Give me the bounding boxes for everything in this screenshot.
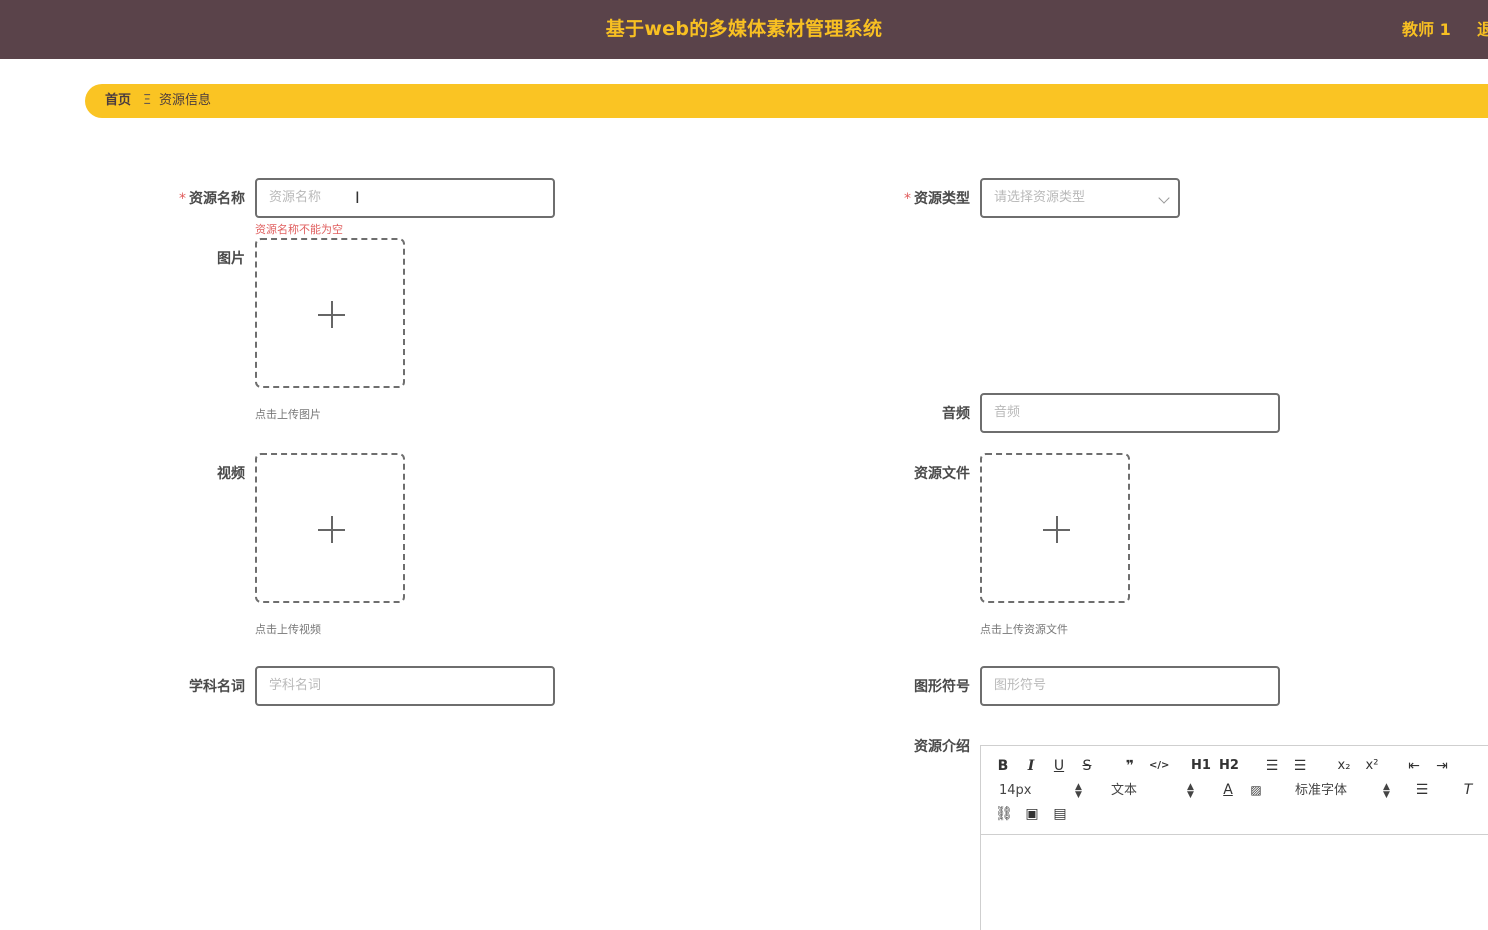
sort-arrows-icon: ▼ — [1187, 790, 1194, 800]
strike-icon[interactable]: S — [1079, 756, 1095, 776]
video-upload[interactable] — [255, 453, 405, 603]
type-select[interactable]: 请选择资源类型 — [980, 178, 1180, 218]
superscript-icon[interactable]: x² — [1363, 756, 1381, 776]
type-label: * 资源类型 — [904, 191, 970, 207]
breadcrumb-separator-icon: Ξ — [143, 93, 152, 108]
video-icon[interactable]: ▤ — [1051, 804, 1069, 824]
app-title: 基于web的多媒体素材管理系统 — [605, 18, 883, 40]
name-input[interactable]: 资源名称 I — [255, 178, 555, 218]
clear-format-icon[interactable]: T — [1459, 780, 1477, 800]
symbol-placeholder: 图形符号 — [994, 678, 1047, 693]
bold-icon[interactable]: B — [995, 756, 1011, 776]
video-upload-tip: 点击上传视频 — [255, 623, 321, 636]
font-family-select[interactable]: 标准字体 ▲ ▼ — [1295, 781, 1390, 801]
audio-placeholder: 音频 — [994, 405, 1021, 420]
font-family-value: 标准字体 — [1295, 783, 1348, 798]
logout-link[interactable]: 退 — [1477, 0, 1488, 59]
subject-input[interactable]: 学科名词 — [255, 666, 555, 706]
ordered-list-icon[interactable]: ☰ — [1263, 756, 1281, 776]
blockquote-icon[interactable]: ❞ — [1121, 756, 1139, 776]
align-icon[interactable]: ☰ — [1413, 780, 1431, 800]
image-upload-tip: 点击上传图片 — [255, 408, 321, 421]
name-label: * 资源名称 — [179, 191, 245, 207]
file-upload-tip: 点击上传资源文件 — [980, 623, 1068, 636]
file-label: 资源文件 — [914, 466, 970, 482]
plus-icon-vertical — [331, 516, 333, 543]
name-error: 资源名称不能为空 — [255, 223, 343, 236]
type-placeholder: 请选择资源类型 — [994, 190, 1086, 205]
chevron-down-icon — [1158, 192, 1170, 204]
name-placeholder: 资源名称 — [269, 190, 322, 205]
plus-icon-vertical — [331, 301, 333, 328]
h1-icon[interactable]: H1 — [1190, 756, 1212, 776]
h2-icon[interactable]: H2 — [1218, 756, 1240, 776]
image-label: 图片 — [217, 251, 245, 267]
subscript-icon[interactable]: x₂ — [1335, 756, 1353, 776]
symbol-label: 图形符号 — [914, 679, 970, 695]
top-header: 基于web的多媒体素材管理系统 教师 1 退 — [0, 0, 1488, 59]
text-cursor-icon: I — [355, 188, 360, 207]
indent-icon[interactable]: ⇥ — [1433, 756, 1451, 776]
plus-icon-vertical — [1056, 516, 1058, 543]
format-select[interactable]: 文本 ▲ ▼ — [1111, 781, 1195, 801]
sort-arrows-icon: ▼ — [1383, 790, 1390, 800]
image-upload[interactable] — [255, 238, 405, 388]
format-value: 文本 — [1111, 783, 1138, 798]
file-upload[interactable] — [980, 453, 1130, 603]
breadcrumb-home[interactable]: 首页 — [105, 84, 131, 118]
code-icon[interactable]: </> — [1149, 756, 1169, 776]
editor-toolbar: B I U S ❞ </> H1 H2 ☰ ☰ x₂ x² ⇤ ⇥ 14px ▲… — [981, 746, 1488, 835]
symbol-input[interactable]: 图形符号 — [980, 666, 1280, 706]
font-color-icon[interactable]: A — [1219, 780, 1237, 800]
bullet-list-icon[interactable]: ☰ — [1291, 756, 1309, 776]
breadcrumb: 首页 Ξ 资源信息 — [85, 84, 1488, 118]
video-label: 视频 — [217, 466, 245, 482]
user-name[interactable]: 教师 1 — [1402, 0, 1451, 59]
underline-icon[interactable]: U — [1051, 756, 1067, 776]
font-size-value: 14px — [999, 783, 1032, 798]
breadcrumb-current: 资源信息 — [159, 93, 212, 108]
image-icon[interactable]: ▣ — [1023, 804, 1041, 824]
link-icon[interactable]: ⛓ — [995, 804, 1013, 824]
editor-content[interactable] — [981, 836, 1488, 930]
subject-label: 学科名词 — [189, 679, 245, 695]
background-color-icon[interactable]: ▨ — [1247, 780, 1265, 800]
font-size-select[interactable]: 14px ▲ ▼ — [999, 781, 1082, 801]
subject-placeholder: 学科名词 — [269, 678, 322, 693]
outdent-icon[interactable]: ⇤ — [1405, 756, 1423, 776]
intro-label: 资源介绍 — [914, 739, 970, 755]
audio-label: 音频 — [942, 406, 970, 422]
sort-arrows-icon: ▼ — [1075, 790, 1082, 800]
rich-text-editor: B I U S ❞ </> H1 H2 ☰ ☰ x₂ x² ⇤ ⇥ 14px ▲… — [980, 745, 1488, 930]
audio-input[interactable]: 音频 — [980, 393, 1280, 433]
italic-icon[interactable]: I — [1023, 756, 1039, 776]
